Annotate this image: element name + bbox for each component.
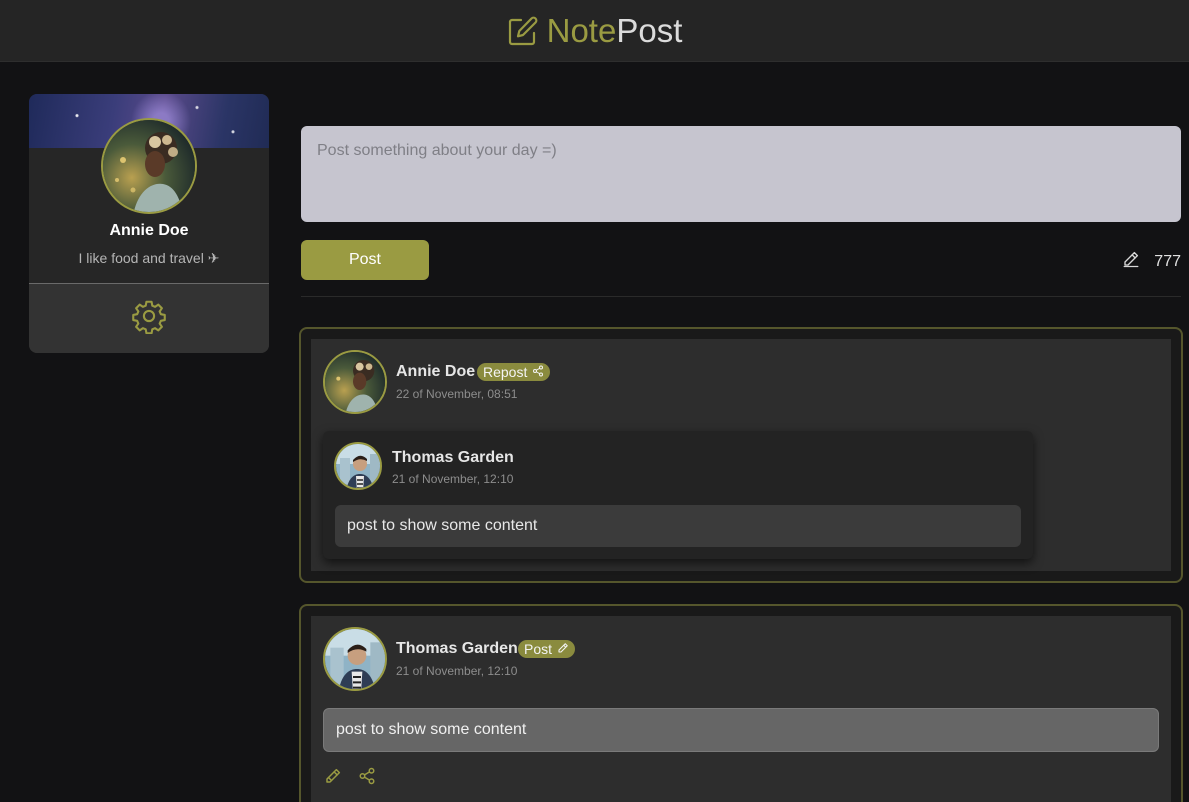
post-author[interactable]: Thomas Garden — [392, 449, 514, 467]
post-date: 22 of November, 08:51 — [396, 387, 518, 401]
pencil-icon — [324, 767, 342, 790]
post-author[interactable]: Annie Doe — [396, 363, 475, 381]
post-date: 21 of November, 12:10 — [392, 472, 514, 486]
feed-post-repost: Annie Doe Repost 22 of November, 08:51 T… — [299, 327, 1183, 583]
avatar[interactable] — [323, 350, 387, 414]
avatar[interactable] — [334, 442, 382, 490]
pencil-icon — [557, 640, 569, 658]
badge-label: Repost — [483, 364, 528, 380]
profile-footer — [29, 284, 269, 353]
feed-post: Thomas Garden Post 21 of November, 12:10… — [299, 604, 1183, 802]
share-post-button[interactable] — [357, 767, 377, 790]
avatar[interactable] — [323, 627, 387, 691]
post-button[interactable]: Post — [301, 240, 429, 280]
post-body: Thomas Garden Post 21 of November, 12:10… — [311, 616, 1171, 802]
post-body: Annie Doe Repost 22 of November, 08:51 T… — [311, 339, 1171, 571]
pencil-icon — [1122, 250, 1140, 273]
repost-badge: Repost — [477, 363, 551, 381]
post-count: 777 — [1154, 252, 1181, 270]
post-badge: Post — [518, 640, 576, 658]
logo-text-post: Post — [616, 12, 683, 49]
post-counter: 777 — [1122, 250, 1181, 273]
post-content: post to show some content — [323, 708, 1159, 752]
gear-icon — [131, 298, 167, 339]
divider — [301, 296, 1181, 297]
app-logo[interactable]: Note Post — [507, 12, 683, 49]
logo-text-note: Note — [546, 12, 617, 49]
profile-card: Annie Doe I like food and travel ✈ — [29, 94, 269, 353]
edit-square-icon — [507, 15, 539, 47]
profile-name: Annie Doe — [109, 222, 189, 239]
post-author[interactable]: Thomas Garden — [396, 640, 518, 658]
app-header: Note Post — [0, 0, 1189, 62]
reposted-post: Thomas Garden 21 of November, 12:10 post… — [323, 431, 1033, 559]
profile-bio: I like food and travel ✈ — [78, 250, 220, 266]
share-icon — [532, 363, 544, 381]
avatar[interactable] — [101, 118, 197, 214]
post-input[interactable] — [301, 126, 1181, 222]
settings-button[interactable] — [129, 299, 169, 339]
post-date: 21 of November, 12:10 — [396, 664, 518, 678]
post-content: post to show some content — [335, 505, 1021, 547]
badge-label: Post — [524, 641, 553, 657]
share-icon — [358, 767, 376, 790]
edit-post-button[interactable] — [323, 768, 343, 788]
